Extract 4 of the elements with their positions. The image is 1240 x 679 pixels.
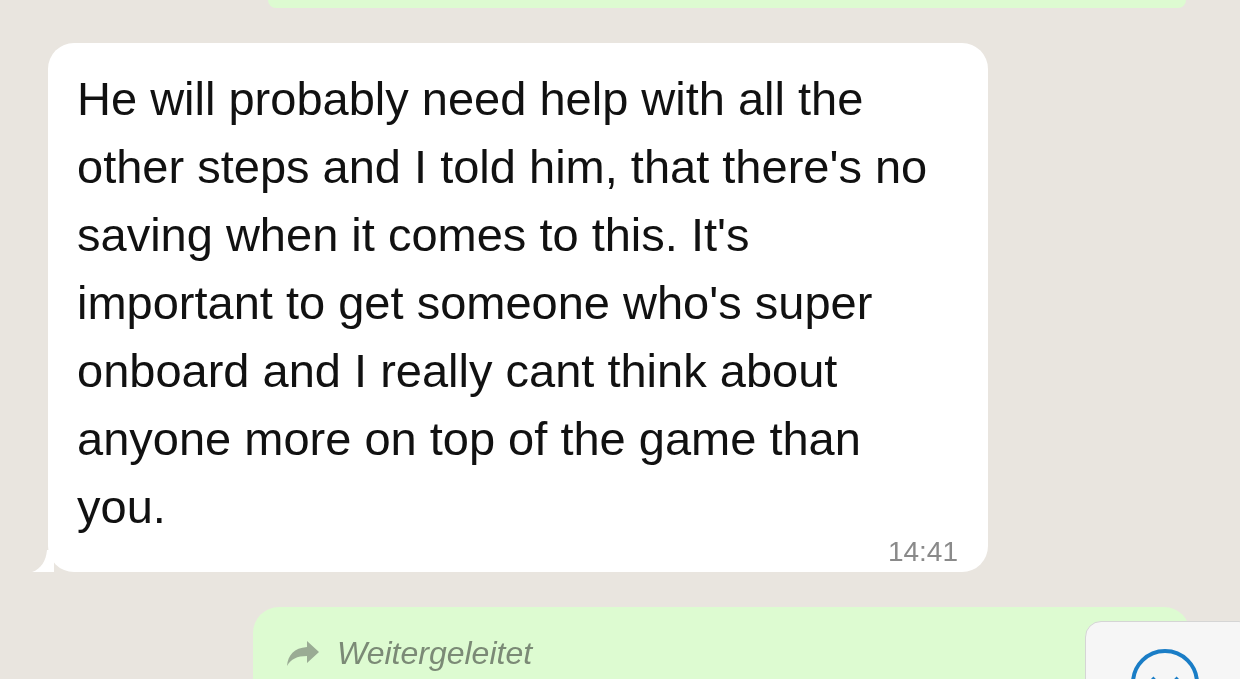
forward-arrow-icon [285,639,321,667]
forwarded-label: Weitergeleitet [337,634,533,673]
message-time: 14:41 [887,536,958,567]
message-text: He will probably need help with all the other steps and I told him, that there's no saving when it comes to this. It's important to get someone who's super onboard and I really cant think about anyone more on top of the game than you. [77,71,929,535]
